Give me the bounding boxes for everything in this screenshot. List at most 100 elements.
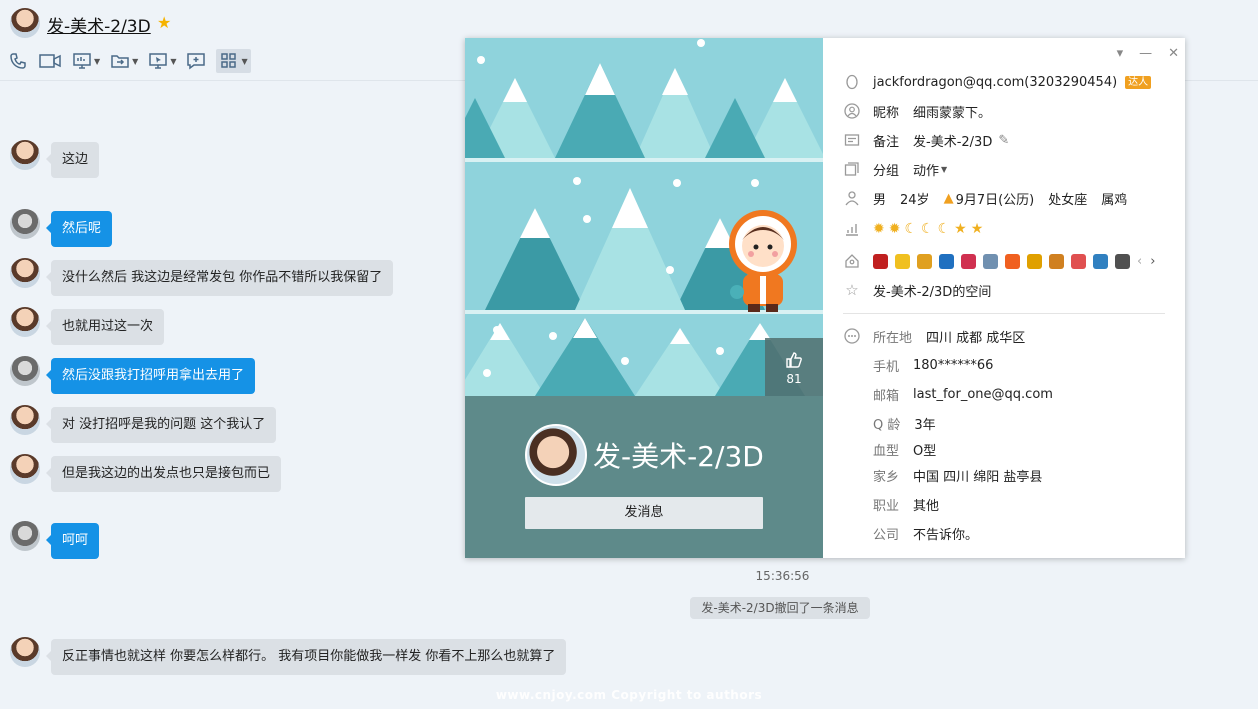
details-divider bbox=[843, 313, 1165, 314]
job-value: 其他 bbox=[913, 498, 940, 514]
badge-icon[interactable] bbox=[1093, 253, 1108, 269]
vip-badge[interactable]: 达人 bbox=[1125, 75, 1152, 89]
contact-name[interactable]: 发-美术-2/3D bbox=[47, 12, 151, 37]
account-id[interactable]: jackfordragon@qq.com(3203290454) bbox=[873, 75, 1117, 90]
chevron-right-icon[interactable]: › bbox=[1150, 254, 1155, 269]
avatar[interactable] bbox=[10, 637, 40, 667]
location-label: 所在地 bbox=[873, 330, 913, 346]
badge-icon[interactable] bbox=[895, 253, 910, 269]
remote-desktop-icon[interactable]: ▼ bbox=[148, 49, 176, 73]
blood-value: O型 bbox=[913, 443, 937, 459]
group-dropdown[interactable]: 动作 bbox=[913, 160, 939, 179]
avatar[interactable] bbox=[10, 209, 40, 239]
sun-icon[interactable]: ✹ bbox=[889, 221, 901, 237]
profile-avatar[interactable] bbox=[525, 424, 587, 486]
badge-icon[interactable] bbox=[983, 253, 998, 269]
person-icon bbox=[843, 189, 861, 207]
avatar[interactable] bbox=[10, 258, 40, 288]
badge-icon[interactable] bbox=[1005, 253, 1020, 269]
phone-icon[interactable] bbox=[8, 49, 28, 73]
company-label: 公司 bbox=[873, 527, 900, 543]
file-transfer-icon[interactable]: ▼ bbox=[110, 49, 138, 73]
badge-icon[interactable] bbox=[1027, 253, 1042, 269]
contact-avatar[interactable] bbox=[10, 8, 40, 38]
chat-toolbar: ▼ ▼ ▼ ▼ bbox=[8, 49, 261, 73]
minimize-icon[interactable]: — bbox=[1139, 46, 1152, 61]
badge-icon[interactable] bbox=[1115, 253, 1130, 269]
group-row: 分组 动作 ▼ bbox=[843, 158, 947, 180]
qage-row: Q 龄 3年 bbox=[843, 412, 936, 434]
email-value[interactable]: last_for_one@qq.com bbox=[913, 387, 1053, 402]
level-chart-icon bbox=[843, 220, 861, 238]
star-outline-icon: ☆ bbox=[845, 281, 859, 299]
edit-pencil-icon[interactable]: ✎ bbox=[998, 133, 1009, 148]
qage-label: Q 龄 bbox=[873, 417, 901, 433]
location-value: 四川 成都 成华区 bbox=[926, 330, 1026, 346]
chevron-left-icon[interactable]: ‹ bbox=[1137, 254, 1142, 269]
like-button[interactable]: 81 bbox=[765, 338, 823, 396]
avatar[interactable] bbox=[10, 307, 40, 337]
apps-icon[interactable]: ▼ bbox=[216, 49, 251, 73]
group-label: 分组 bbox=[873, 163, 900, 179]
nickname-label: 昵称 bbox=[873, 105, 900, 121]
star-icon[interactable]: ★ bbox=[971, 221, 984, 237]
moon-icon[interactable]: ☾ bbox=[921, 221, 934, 237]
badge-icon[interactable] bbox=[873, 253, 888, 269]
message-bubble[interactable]: 但是我这边的出发点也只是接包而已 bbox=[45, 456, 282, 492]
email-label: 邮箱 bbox=[873, 388, 900, 404]
profile-card: 81 发-美术-2/3D 发消息 ▾ — ✕ jackfordragon@qq.… bbox=[465, 38, 1185, 558]
badge-icon[interactable] bbox=[939, 253, 954, 269]
chinese-zodiac-value: 属鸡 bbox=[1101, 192, 1128, 208]
badge-icon[interactable] bbox=[961, 253, 976, 269]
avatar[interactable] bbox=[10, 521, 40, 551]
qage-value: 3年 bbox=[914, 417, 936, 433]
phone-row: 手机 180******66 bbox=[843, 354, 993, 376]
hometown-label: 家乡 bbox=[873, 469, 900, 485]
message-bubble[interactable]: 也就用过这一次 bbox=[45, 309, 165, 345]
close-icon[interactable]: ✕ bbox=[1168, 46, 1179, 61]
avatar[interactable] bbox=[10, 405, 40, 435]
message-bubble[interactable]: 然后呢 bbox=[45, 211, 113, 247]
id-card-icon bbox=[843, 131, 861, 149]
message-bubble[interactable]: 反正事情也就这样 你要怎么样都行。 我有项目你能做我一样发 你看不上那么也就算了 bbox=[45, 639, 567, 675]
badge-icon[interactable] bbox=[1049, 253, 1064, 269]
badge-icon[interactable] bbox=[1071, 253, 1086, 269]
video-icon[interactable] bbox=[38, 49, 62, 73]
badges-row: ‹ › bbox=[843, 250, 1155, 272]
screen-share-icon[interactable]: ▼ bbox=[72, 49, 100, 73]
user-circle-icon bbox=[843, 102, 861, 120]
moon-icon[interactable]: ☾ bbox=[938, 221, 951, 237]
age-value: 24岁 bbox=[900, 192, 930, 208]
message-bubble[interactable]: 这边 bbox=[45, 142, 100, 178]
profile-cover: 81 bbox=[465, 38, 823, 558]
message-bubble[interactable]: 然后没跟我打招呼用拿出去用了 bbox=[45, 358, 256, 394]
badge-icon[interactable] bbox=[917, 253, 932, 269]
watermark: www.cnjoy.com Copyright to authors bbox=[495, 688, 763, 702]
space-link[interactable]: 发-美术-2/3D的空间 bbox=[873, 281, 991, 300]
avatar[interactable] bbox=[10, 356, 40, 386]
moon-icon[interactable]: ☾ bbox=[904, 221, 917, 237]
gender-value: 男 bbox=[873, 192, 887, 208]
hometown-value: 中国 四川 绵阳 盐亭县 bbox=[913, 469, 1043, 485]
blood-label: 血型 bbox=[873, 443, 900, 459]
avatar[interactable] bbox=[10, 454, 40, 484]
remark-row: 备注 发-美术-2/3D ✎ bbox=[843, 129, 1009, 151]
like-count: 81 bbox=[786, 372, 802, 386]
message-bubble[interactable]: 没什么然后 我这边是经常发包 你作品不错所以我保留了 bbox=[45, 260, 394, 296]
chevron-down-icon[interactable]: ▼ bbox=[941, 165, 947, 174]
window-controls: ▾ — ✕ bbox=[1117, 46, 1179, 61]
message-bubble[interactable]: 呵呵 bbox=[45, 523, 100, 559]
star-icon: ★ bbox=[157, 13, 172, 32]
hometown-row: 家乡 中国 四川 绵阳 盐亭县 bbox=[843, 464, 1042, 486]
nickname-value: 细雨蒙蒙下。 bbox=[913, 105, 992, 121]
dropdown-icon[interactable]: ▾ bbox=[1117, 46, 1124, 61]
more-icon[interactable] bbox=[843, 327, 861, 345]
avatar[interactable] bbox=[10, 140, 40, 170]
star-icon[interactable]: ★ bbox=[954, 221, 967, 237]
profile-display-name: 发-美术-2/3D bbox=[593, 440, 764, 473]
profile-details: ▾ — ✕ jackfordragon@qq.com(3203290454) 达… bbox=[823, 38, 1185, 558]
sun-icon[interactable]: ✹ bbox=[873, 221, 885, 237]
send-message-button[interactable]: 发消息 bbox=[525, 497, 763, 529]
add-chat-icon[interactable] bbox=[186, 49, 206, 73]
message-bubble[interactable]: 对 没打招呼是我的问题 这个我认了 bbox=[45, 407, 277, 443]
